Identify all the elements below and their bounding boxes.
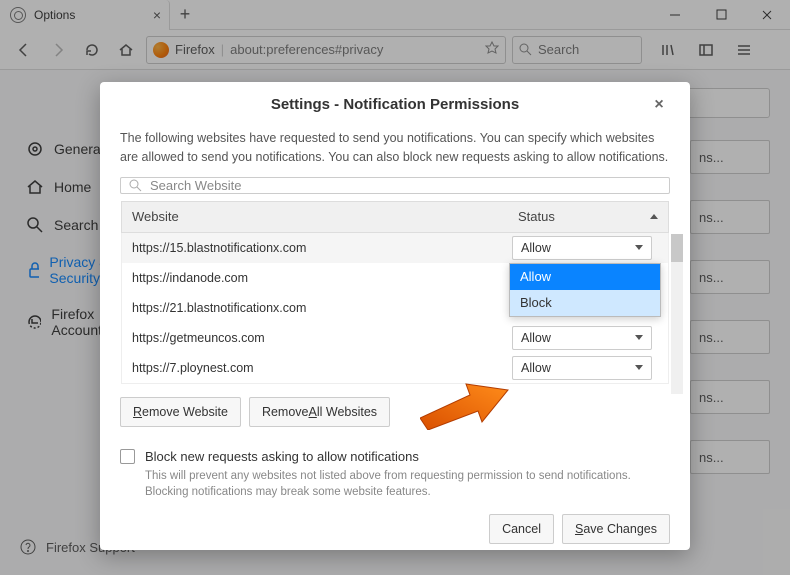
table-actions: Remove Website Remove All Websites bbox=[120, 397, 670, 427]
table-row[interactable]: https://7.ploynest.com Allow bbox=[122, 353, 668, 383]
save-changes-button[interactable]: Save Changes bbox=[562, 514, 670, 544]
site-url: https://21.blastnotificationx.com bbox=[122, 301, 508, 315]
remove-website-button[interactable]: Remove Website bbox=[120, 397, 241, 427]
status-dropdown[interactable]: Allow bbox=[512, 236, 652, 260]
cancel-button[interactable]: Cancel bbox=[489, 514, 554, 544]
table-row[interactable]: https://getmeuncos.com Allow bbox=[122, 323, 668, 353]
col-status[interactable]: Status bbox=[508, 209, 668, 224]
site-url: https://indanode.com bbox=[122, 271, 508, 285]
status-dropdown-menu: Allow Block bbox=[509, 263, 661, 317]
dropdown-option-block[interactable]: Block bbox=[510, 290, 660, 316]
close-dialog-button[interactable]: × bbox=[648, 94, 670, 116]
dialog-title: Settings - Notification Permissions × bbox=[120, 82, 670, 123]
chevron-down-icon bbox=[635, 365, 643, 370]
scrollbar-thumb[interactable] bbox=[671, 234, 683, 262]
search-placeholder: Search Website bbox=[150, 178, 242, 193]
chevron-down-icon bbox=[635, 245, 643, 250]
status-dropdown[interactable]: Allow bbox=[512, 356, 652, 380]
site-url: https://7.ploynest.com bbox=[122, 361, 508, 375]
dropdown-option-allow[interactable]: Allow bbox=[510, 264, 660, 290]
block-new-requests-checkbox[interactable] bbox=[120, 449, 135, 464]
table-row[interactable]: https://15.blastnotificationx.com Allow bbox=[122, 233, 668, 263]
dialog-description: The following websites have requested to… bbox=[120, 123, 670, 177]
col-website[interactable]: Website bbox=[122, 209, 508, 224]
block-new-requests-row: Block new requests asking to allow notif… bbox=[120, 449, 670, 464]
block-new-requests-label: Block new requests asking to allow notif… bbox=[145, 449, 419, 464]
sort-indicator-icon bbox=[650, 214, 658, 219]
block-new-requests-help: This will prevent any websites not liste… bbox=[145, 468, 665, 500]
notification-permissions-dialog: Settings - Notification Permissions × Th… bbox=[100, 82, 690, 550]
chevron-down-icon bbox=[635, 335, 643, 340]
dialog-footer: Cancel Save Changes bbox=[120, 500, 670, 558]
site-url: https://15.blastnotificationx.com bbox=[122, 241, 508, 255]
table-header: Website Status bbox=[121, 201, 669, 233]
site-url: https://getmeuncos.com bbox=[122, 331, 508, 345]
status-dropdown[interactable]: Allow bbox=[512, 326, 652, 350]
search-website-input[interactable]: Search Website bbox=[120, 177, 670, 194]
permissions-table: Website Status https://15.blastnotificat… bbox=[120, 200, 670, 385]
table-scrollbar[interactable] bbox=[671, 234, 683, 394]
search-icon bbox=[129, 179, 142, 192]
remove-all-websites-button[interactable]: Remove All Websites bbox=[249, 397, 390, 427]
